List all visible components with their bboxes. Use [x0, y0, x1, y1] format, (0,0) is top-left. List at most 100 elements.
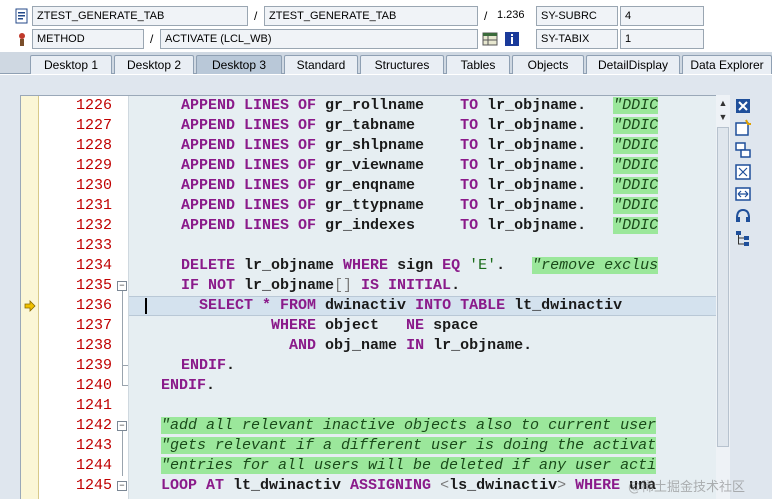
header-row-program: ZTEST_GENERATE_TAB / ZTEST_GENERATE_TAB … [0, 6, 772, 28]
code-text[interactable]: APPEND LINES OF gr_viewname TO lr_objnam… [181, 156, 659, 176]
code-text[interactable]: APPEND LINES OF gr_rollname TO lr_objnam… [181, 96, 659, 116]
code-text[interactable]: "gets relevant if a different user is do… [161, 436, 657, 456]
code-line[interactable]: 1238 AND obj_name IN lr_objname. [21, 336, 716, 356]
sysvar-value-field[interactable]: 1 [620, 29, 704, 49]
source-editor[interactable]: 1226 APPEND LINES OF gr_rollname TO lr_ob… [20, 95, 716, 499]
code-text[interactable]: APPEND LINES OF gr_tabname TO lr_objname… [181, 116, 659, 136]
code-text[interactable]: APPEND LINES OF gr_shlpname TO lr_objnam… [181, 136, 659, 156]
keyword-token: TO [460, 197, 488, 214]
tab-detaildisplay[interactable]: DetailDisplay [586, 55, 680, 74]
new-window-icon[interactable] [734, 119, 752, 137]
tab-tables[interactable]: Tables [446, 55, 510, 74]
scroll-down-button[interactable]: ▼ [717, 111, 729, 123]
code-line[interactable]: 1239 ENDIF. [21, 356, 716, 376]
code-line[interactable]: 1232 APPEND LINES OF gr_indexes TO lr_obj… [21, 216, 716, 236]
code-token: lr_objname [244, 277, 335, 294]
code-token: gr_shlpname [325, 137, 461, 154]
code-line[interactable]: 1231 APPEND LINES OF gr_ttypname TO lr_ob… [21, 196, 716, 216]
code-text[interactable]: LOOP AT lt_dwinactiv ASSIGNING <ls_dwina… [161, 476, 656, 496]
comment-token: "entries for all users will be deleted i… [161, 457, 657, 474]
code-line[interactable]: 1235− IF NOT lr_objname[] IS INITIAL. [21, 276, 716, 296]
code-line[interactable]: 1240 ENDIF. [21, 376, 716, 396]
code-token: . [226, 357, 236, 374]
tab-desktop-2[interactable]: Desktop 2 [114, 55, 194, 74]
resize-horizontal-icon[interactable] [734, 185, 752, 203]
code-line[interactable]: 1242− "add all relevant inactive objects … [21, 416, 716, 436]
comment-token: "DDIC [613, 217, 659, 234]
line-number: 1233 [75, 237, 112, 254]
keyword-token: WHERE [575, 477, 630, 494]
tab-desktop-3[interactable]: Desktop 3 [196, 55, 282, 74]
keyword-token: TO [460, 217, 488, 234]
sysvar-value-field[interactable]: 4 [620, 6, 704, 26]
table-icon[interactable] [482, 31, 498, 47]
code-text[interactable]: AND obj_name IN lr_objname. [181, 336, 532, 356]
code-line[interactable]: 1229 APPEND LINES OF gr_viewname TO lr_ob… [21, 156, 716, 176]
headset-icon[interactable] [734, 207, 752, 225]
code-text[interactable]: "entries for all users will be deleted i… [161, 456, 657, 476]
code-line[interactable]: 1226 APPEND LINES OF gr_rollname TO lr_ob… [21, 96, 716, 116]
code-line[interactable]: 1237 WHERE object NE space [21, 316, 716, 336]
code-line[interactable]: 1245− LOOP AT lt_dwinactiv ASSIGNING <ls_… [21, 476, 716, 496]
tab-standard[interactable]: Standard [284, 55, 358, 74]
code-line[interactable]: 1236 SELECT * FROM dwinactiv INTO TABLE … [21, 296, 716, 316]
tab-objects[interactable]: Objects [512, 55, 584, 74]
code-line[interactable]: 1230 APPEND LINES OF gr_enqname TO lr_obj… [21, 176, 716, 196]
code-line[interactable]: 1241 [21, 396, 716, 416]
comment-token: "gets relevant if a different user is do… [161, 437, 657, 454]
program-field[interactable]: ZTEST_GENERATE_TAB [32, 6, 248, 26]
info-icon[interactable] [504, 31, 520, 47]
sysvar-name-field[interactable]: SY-SUBRC [536, 6, 618, 26]
keyword-token: SELECT * FROM [199, 297, 326, 314]
include-field[interactable]: ZTEST_GENERATE_TAB [264, 6, 478, 26]
keyword-token: TO [460, 97, 488, 114]
event-kind-field[interactable]: METHOD [32, 29, 144, 49]
code-token: lr_objname. [487, 157, 614, 174]
scroll-thumb[interactable] [717, 127, 729, 447]
tree-structure-icon[interactable] [734, 229, 752, 247]
code-line[interactable]: 1243 "gets relevant if a different user i… [21, 436, 716, 456]
code-text[interactable]: APPEND LINES OF gr_enqname TO lr_objname… [181, 176, 659, 196]
code-text[interactable]: APPEND LINES OF gr_ttypname TO lr_objnam… [181, 196, 659, 216]
fold-toggle[interactable]: − [117, 281, 127, 291]
keyword-token: APPEND LINES OF [181, 117, 326, 134]
code-token: lr_objname. [433, 337, 533, 354]
code-line[interactable]: 1228 APPEND LINES OF gr_shlpname TO lr_ob… [21, 136, 716, 156]
code-line[interactable]: 1227 APPEND LINES OF gr_tabname TO lr_obj… [21, 116, 716, 136]
code-line[interactable]: 1233 [21, 236, 716, 256]
code-text[interactable]: IF NOT lr_objname[] IS INITIAL. [181, 276, 460, 296]
keyword-token: APPEND LINES OF [181, 137, 326, 154]
tab-desktop-1[interactable]: Desktop 1 [30, 55, 112, 74]
separator: / [254, 9, 258, 23]
tab-data-explorer[interactable]: Data Explorer [682, 55, 772, 74]
code-text[interactable]: APPEND LINES OF gr_indexes TO lr_objname… [181, 216, 659, 236]
code-text[interactable]: ENDIF. [161, 376, 215, 396]
code-text[interactable]: ENDIF. [181, 356, 235, 376]
comment-token: "DDIC [613, 117, 659, 134]
fold-toggle[interactable]: − [117, 481, 127, 491]
fold-toggle[interactable]: − [117, 421, 127, 431]
split-view-icon[interactable] [734, 141, 752, 159]
comment-token: "DDIC [613, 157, 659, 174]
code-token: gr_indexes [325, 217, 461, 234]
scroll-up-button[interactable]: ▲ [717, 97, 729, 109]
code-text[interactable]: "add all relevant inactive objects also … [161, 416, 657, 436]
code-line[interactable]: 1244 "entries for all users will be delet… [21, 456, 716, 476]
code-text[interactable]: DELETE lr_objname WHERE sign EQ 'E'. "re… [181, 256, 659, 276]
tab-structures[interactable]: Structures [360, 55, 444, 74]
line-number: 1238 [75, 337, 112, 354]
keyword-token: APPEND LINES OF [181, 177, 326, 194]
event-name-field[interactable]: ACTIVATE (LCL_WB) [160, 29, 478, 49]
code-text[interactable]: WHERE object NE space [181, 316, 478, 336]
vertical-scrollbar[interactable]: ▲ ▼ [716, 95, 730, 499]
sysvar-name-field[interactable]: SY-TABIX [536, 29, 618, 49]
code-token: ls_dwinactiv [449, 477, 558, 494]
code-text[interactable]: SELECT * FROM dwinactiv INTO TABLE lt_dw… [181, 296, 622, 316]
close-icon[interactable] [734, 97, 752, 115]
keyword-token: ENDIF [181, 357, 227, 374]
maximize-icon[interactable] [734, 163, 752, 181]
code-line[interactable]: 1234 DELETE lr_objname WHERE sign EQ 'E'.… [21, 256, 716, 276]
code-token: lr_objname [244, 257, 344, 274]
keyword-token: TO [460, 137, 488, 154]
